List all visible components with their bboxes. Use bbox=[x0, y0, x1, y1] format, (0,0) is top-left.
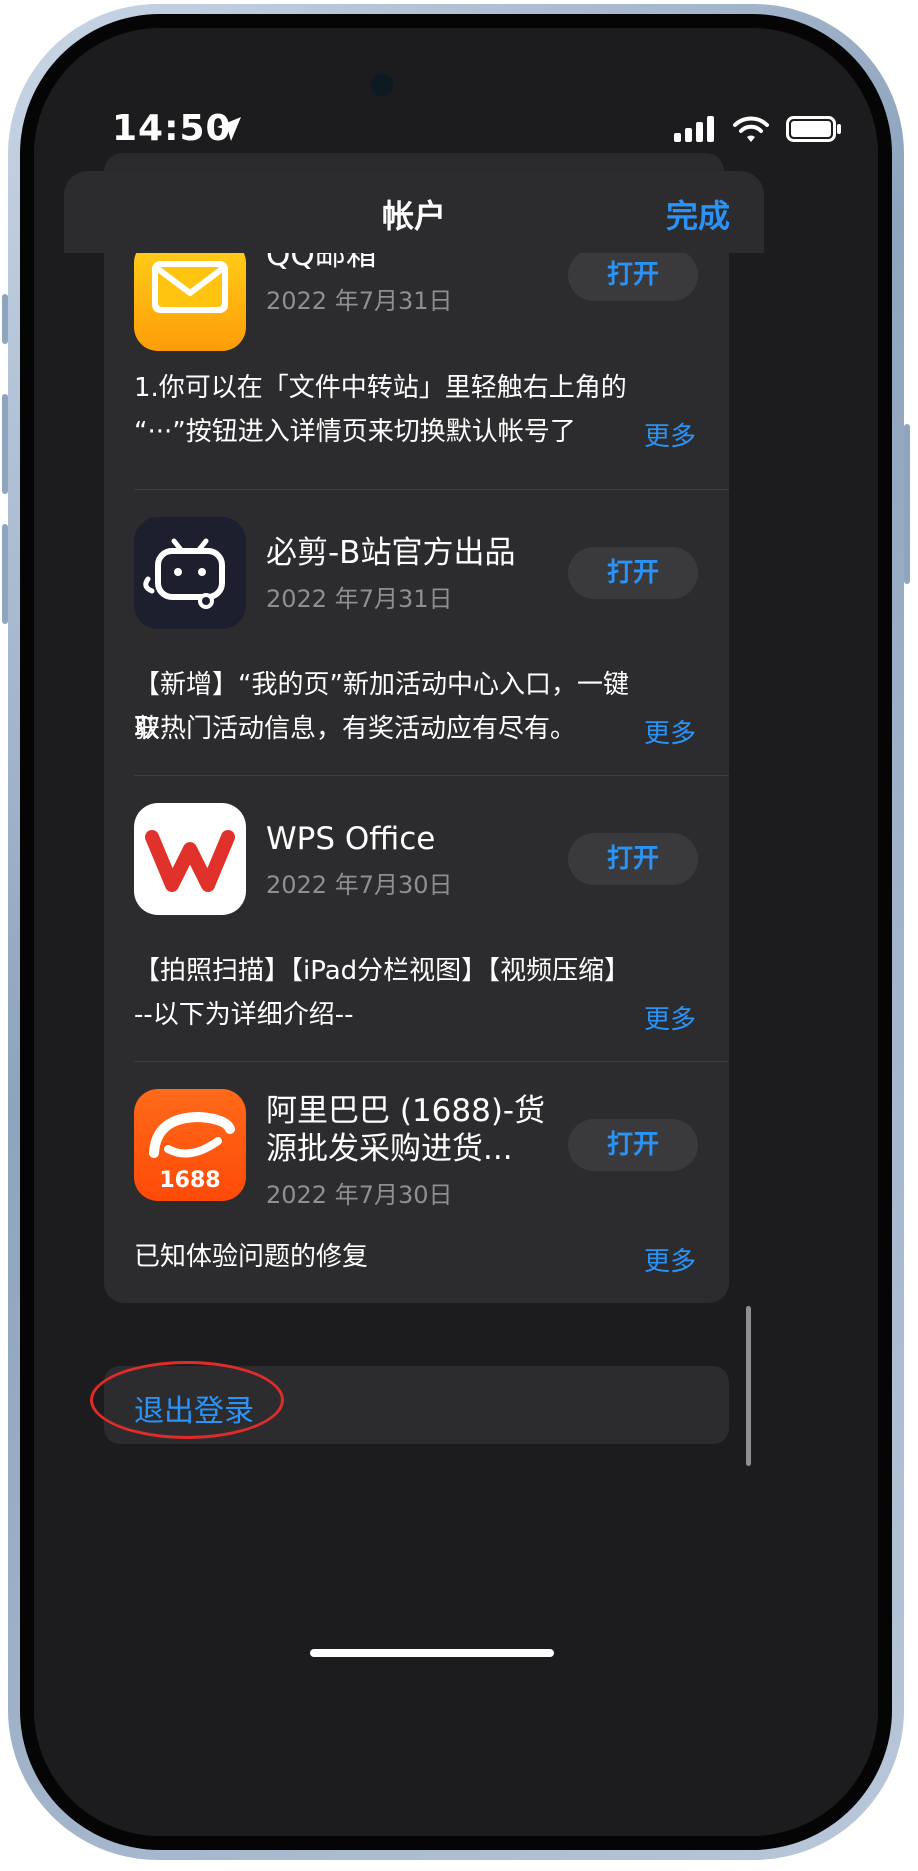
screen: 14:50 帐户 完成 QQ邮箱 2022 年7月31日 打开 1.你可以在「文… bbox=[34, 28, 878, 1836]
more-link-alibaba-1688[interactable]: 更多 bbox=[644, 1241, 696, 1278]
update-notes-line: 取热门活动信息，有奖活动应有尽有。 bbox=[134, 714, 577, 744]
front-camera bbox=[371, 74, 393, 96]
icon-label: 1688 bbox=[159, 1168, 220, 1193]
list-item-wps-office: WPS Office 2022 年7月30日 打开 【拍照扫描】【iPad分栏视… bbox=[104, 803, 729, 1073]
sheet-title: 帐户 bbox=[381, 197, 446, 235]
more-link-bijian[interactable]: 更多 bbox=[644, 713, 696, 750]
update-notes-line: “···”按钮进入详情页来切换默认帐号了 bbox=[134, 417, 576, 447]
app-updates-list: QQ邮箱 2022 年7月31日 打开 1.你可以在「文件中转站」里轻触右上角的… bbox=[104, 253, 729, 1303]
open-button-bijian[interactable]: 打开 bbox=[568, 547, 698, 599]
battery-icon bbox=[786, 116, 841, 142]
app-name: 必剪-B站官方出品 bbox=[266, 535, 516, 571]
list-item-alibaba-1688: 1688 阿里巴巴 (1688)-货 源批发采购进货... 2022 年7月30… bbox=[104, 1089, 729, 1303]
location-arrow-icon bbox=[217, 117, 241, 141]
action-button bbox=[2, 294, 8, 344]
highlight-circle bbox=[90, 1361, 284, 1439]
update-notes-line: --以下为详细介绍-- bbox=[134, 1000, 354, 1030]
status-bar: 14:50 bbox=[34, 108, 878, 158]
bijian-app-icon bbox=[134, 517, 246, 629]
account-sheet: 帐户 完成 QQ邮箱 2022 年7月31日 打开 1.你可以在「文件中转站」里… bbox=[64, 171, 764, 1836]
phone-bezel: 14:50 帐户 完成 QQ邮箱 2022 年7月31日 打开 1.你可以在「文… bbox=[20, 14, 892, 1850]
alibaba-smile-icon: 1688 bbox=[149, 1111, 235, 1193]
open-button-qq-mail[interactable]: 打开 bbox=[568, 253, 698, 301]
wps-office-app-icon bbox=[134, 803, 246, 915]
wifi-icon bbox=[733, 116, 769, 142]
home-indicator[interactable] bbox=[310, 1649, 554, 1657]
divider bbox=[134, 775, 729, 776]
speaker-notch bbox=[424, 46, 558, 60]
app-name: QQ邮箱 bbox=[266, 253, 377, 273]
divider bbox=[134, 1061, 729, 1062]
update-date: 2022 年7月30日 bbox=[266, 871, 453, 899]
volume-up-button bbox=[2, 394, 8, 494]
list-item-qq-mail: QQ邮箱 2022 年7月31日 打开 1.你可以在「文件中转站」里轻触右上角的… bbox=[104, 253, 729, 539]
open-button-wps-office[interactable]: 打开 bbox=[568, 833, 698, 885]
envelope-icon bbox=[152, 261, 228, 313]
app-name: WPS Office bbox=[266, 821, 436, 857]
tv-robot-icon bbox=[143, 538, 225, 609]
volume-down-button bbox=[2, 524, 8, 624]
app-name: 阿里巴巴 (1688)-货 bbox=[266, 1093, 546, 1129]
update-date: 2022 年7月31日 bbox=[266, 585, 453, 613]
divider bbox=[134, 489, 729, 490]
wps-w-logo-icon bbox=[145, 830, 235, 892]
more-link-wps-office[interactable]: 更多 bbox=[644, 999, 696, 1036]
open-button-alibaba-1688[interactable]: 打开 bbox=[568, 1119, 698, 1171]
more-link-qq-mail[interactable]: 更多 bbox=[644, 416, 696, 453]
update-notes-line: 已知体验问题的修复 bbox=[134, 1242, 369, 1272]
app-name-line2: 源批发采购进货... bbox=[266, 1131, 513, 1167]
phone-frame: 14:50 帐户 完成 QQ邮箱 2022 年7月31日 打开 1.你可以在「文… bbox=[2, 4, 910, 1860]
alibaba-1688-app-icon: 1688 bbox=[134, 1089, 246, 1201]
update-date: 2022 年7月31日 bbox=[266, 287, 453, 315]
update-notes-line: 【拍照扫描】【iPad分栏视图】【视频压缩】 bbox=[134, 956, 631, 986]
scrollbar[interactable] bbox=[746, 1306, 751, 1466]
power-button bbox=[904, 424, 910, 584]
list-item-bijian: 必剪-B站官方出品 2022 年7月31日 打开 【新增】“我的页”新加活动中心… bbox=[104, 517, 729, 787]
update-date: 2022 年7月30日 bbox=[266, 1181, 453, 1209]
update-notes-line: 1.你可以在「文件中转站」里轻触右上角的 bbox=[134, 373, 627, 403]
qq-mail-app-icon bbox=[134, 253, 246, 351]
cellular-signal-icon bbox=[674, 116, 714, 142]
done-button[interactable]: 完成 bbox=[666, 191, 730, 237]
sheet-header: 帐户 完成 bbox=[64, 171, 764, 253]
